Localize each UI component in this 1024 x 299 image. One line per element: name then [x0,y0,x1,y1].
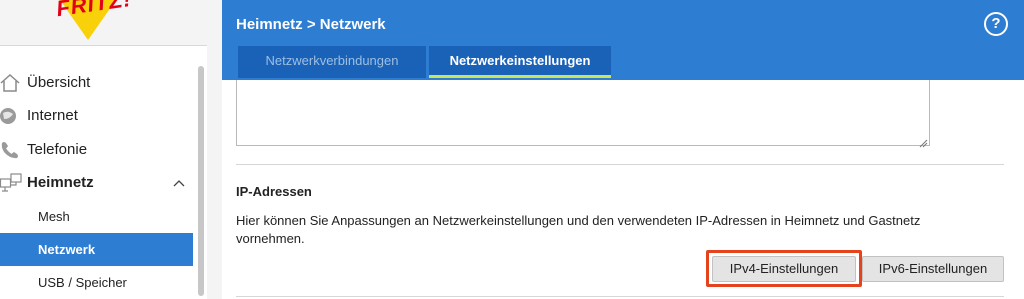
sidebar-subitem-label: Mesh [38,209,70,224]
network-icon [0,173,22,193]
sidebar-subitem-label: Netzwerk [38,242,96,257]
ipv6-settings-button[interactable]: IPv6-Einstellungen [862,256,1004,282]
sidebar-item-label: Telefonie [27,141,88,158]
sidebar-item-label: Übersicht [27,74,91,91]
sidebar-subitem-label: USB / Speicher [38,275,127,290]
page-header: Heimnetz > Netzwerk ? Netzwerkverbindung… [222,0,1024,80]
sidebar-subitem-usb-speicher[interactable]: USB / Speicher [0,266,193,299]
breadcrumb: Heimnetz > Netzwerk [236,16,386,33]
fritzbox-window: FRITZ! Übersicht Internet Telefonie Heim… [0,0,1024,299]
help-icon[interactable]: ? [984,12,1008,36]
main-content: IP-Adressen Hier können Sie Anpassungen … [222,80,1024,299]
chevron-up-icon[interactable] [172,176,186,190]
phone-icon [0,140,20,160]
section-title: IP-Adressen [236,184,312,199]
sidebar-subitem-mesh[interactable]: Mesh [0,200,193,233]
sidebar-item-heimnetz[interactable]: Heimnetz [0,166,193,199]
home-icon [0,73,20,93]
sidebar-item-uebersicht[interactable]: Übersicht [0,66,193,99]
section-description: Hier können Sie Anpassungen an Netzwerke… [236,213,921,246]
divider [236,296,1004,297]
resize-grip-icon[interactable] [919,135,928,148]
sidebar-scrollbar[interactable] [198,66,204,296]
tab-netzwerkeinstellungen[interactable]: Netzwerkeinstellungen [429,46,611,78]
sidebar: Übersicht Internet Telefonie Heimnetz Me [0,45,207,299]
sidebar-item-label: Heimnetz [27,174,94,191]
tab-netzwerkverbindungen[interactable]: Netzwerkverbindungen [238,46,426,78]
sidebar-item-label: Internet [27,107,78,124]
sidebar-item-internet[interactable]: Internet [0,99,193,132]
settings-textarea[interactable] [236,80,930,148]
divider [236,164,1004,165]
highlight-box [706,250,862,287]
globe-icon [0,106,20,126]
logo[interactable]: FRITZ! [0,0,222,45]
sidebar-subitem-netzwerk[interactable]: Netzwerk [0,233,193,266]
sidebar-item-telefonie[interactable]: Telefonie [0,133,193,166]
